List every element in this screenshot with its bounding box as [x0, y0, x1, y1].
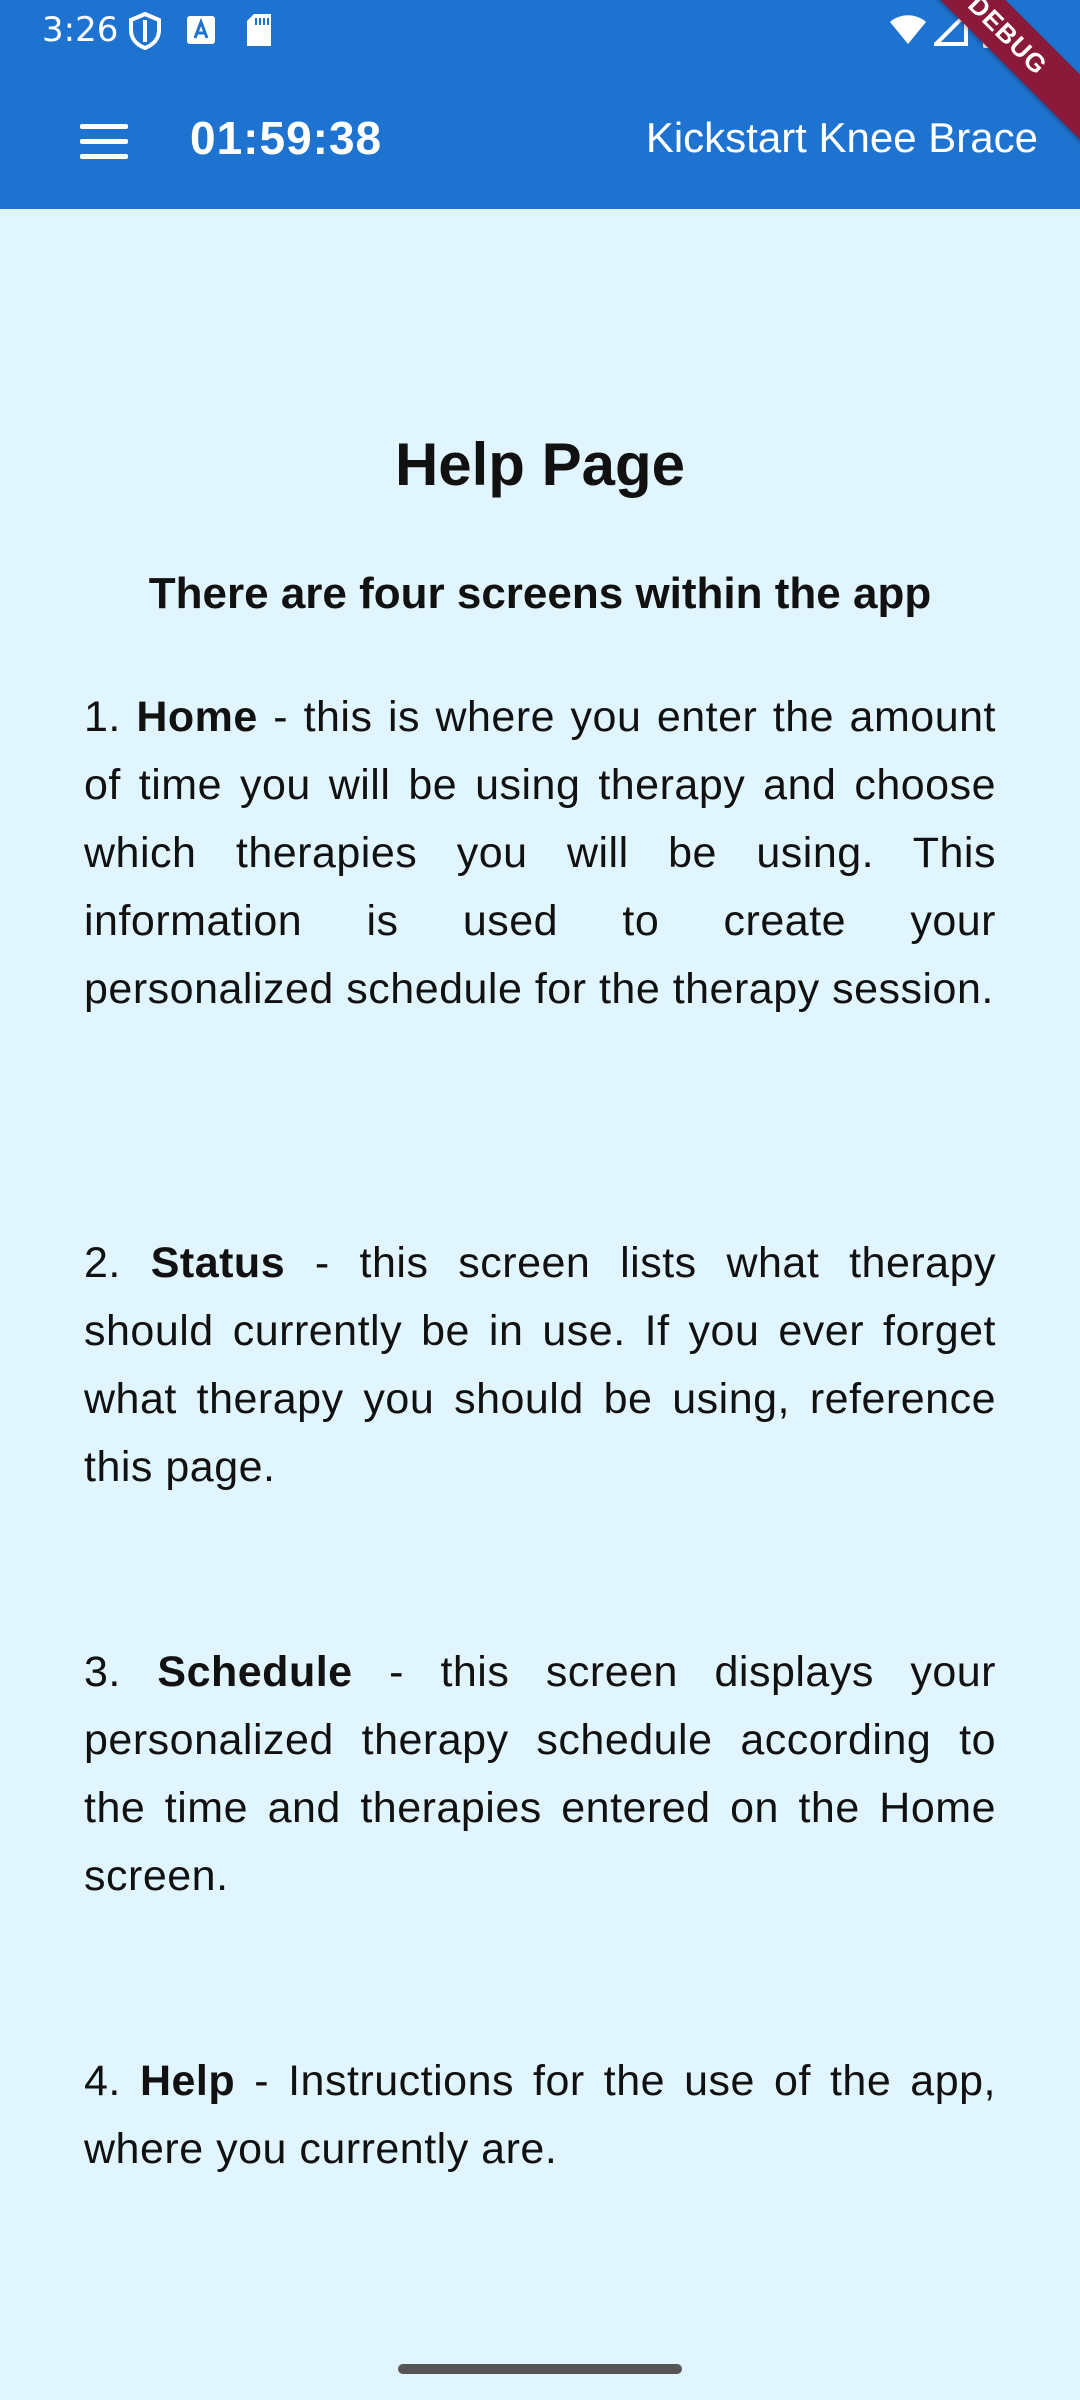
help-item-number: 4. — [84, 2057, 121, 2105]
font-a-icon — [186, 12, 216, 53]
menu-button[interactable] — [64, 102, 144, 182]
help-item-name: Schedule — [157, 1648, 353, 1696]
app-title: Kickstart Knee Brace — [645, 114, 1038, 161]
sd-card-icon — [244, 12, 274, 55]
help-item-help: 4. Help - Instructions for the use of th… — [84, 2047, 996, 2183]
help-item-name: Home — [136, 693, 258, 741]
help-item-schedule: 3. Schedule - this screen displays your … — [84, 1638, 996, 1910]
page-subtitle: There are four screens within the app — [148, 569, 932, 618]
help-item-name: Status — [150, 1239, 286, 1287]
help-item-home: 1. Home - this is where you enter the am… — [84, 683, 996, 1023]
app-bar: 01:59:38 Kickstart Knee Brace — [0, 62, 1080, 209]
page-title: Help Page — [394, 431, 686, 498]
help-item-number: 1. — [84, 693, 121, 741]
status-bar: 3:26 — [0, 0, 1080, 62]
help-item-description: - this is where you enter the amount of … — [84, 693, 996, 1013]
home-indicator[interactable] — [398, 2364, 682, 2374]
status-time: 3:26 — [42, 10, 119, 50]
help-item-name: Help — [139, 2057, 236, 2105]
session-timer: 01:59:38 — [190, 112, 383, 164]
top-bar: 3:26 01:59:38 Kickstart Knee Brace DEBUG — [0, 0, 1080, 209]
help-item-number: 3. — [84, 1648, 121, 1696]
help-item-number: 2. — [84, 1239, 121, 1287]
shield-icon — [128, 11, 162, 55]
wifi-icon — [888, 12, 928, 53]
help-item-status: 2. Status - this screen lists what thera… — [84, 1229, 996, 1501]
screen: 3:26 01:59:38 Kickstart Knee Brace DEBUG… — [0, 0, 1080, 2400]
